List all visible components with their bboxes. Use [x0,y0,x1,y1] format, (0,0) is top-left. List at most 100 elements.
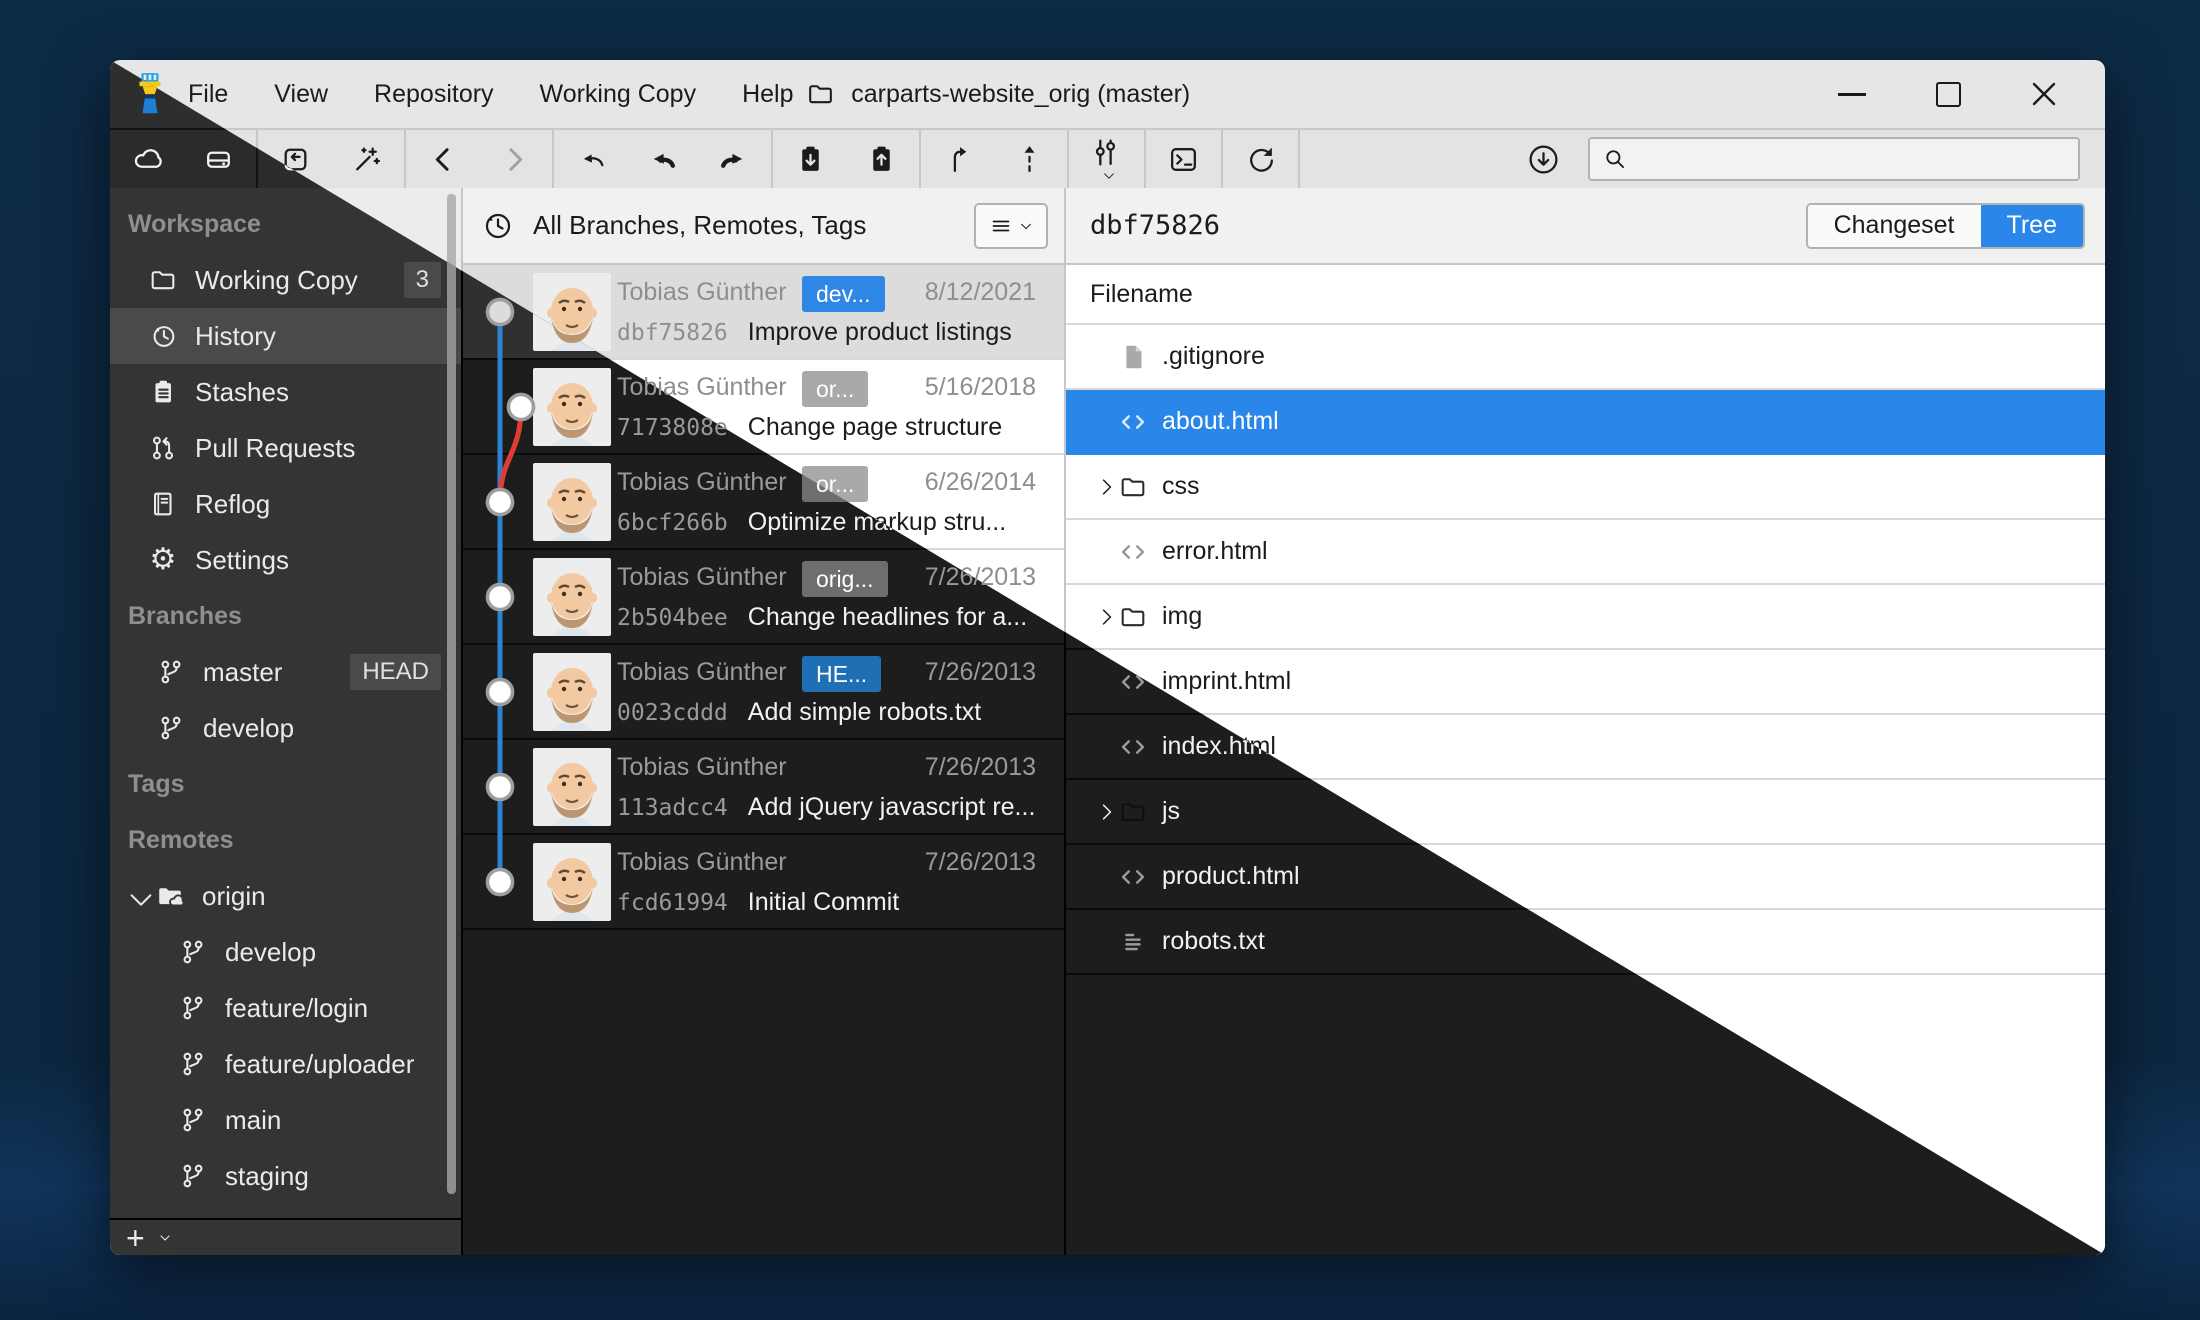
sidebar-item-feature-login[interactable]: feature/login [110,980,461,1036]
file-row-js[interactable]: js [1066,780,2105,845]
toolbar-button-pull[interactable] [942,143,975,176]
sidebar-scrollbar[interactable] [447,194,456,1194]
commit-date: 5/16/2018 [925,373,1036,402]
file-name: imprint.html [1162,667,1291,696]
sidebar-item-badge: 3 [404,262,441,298]
sidebar-item-develop[interactable]: develop [110,700,461,756]
folder-icon [1118,602,1148,632]
sidebar-item-working-copy[interactable]: Working Copy3 [110,252,461,308]
commit-row[interactable]: Tobias Güntherdev...8/12/2021dbf75826Imp… [463,265,1064,360]
sidebar-item-feature-uploader[interactable]: feature/uploader [110,1036,461,1092]
toolbar-button-undo[interactable] [575,143,608,176]
toolbar-group [1146,130,1223,188]
sidebar-item-master[interactable]: masterHEAD [110,644,461,700]
file-row-index-html[interactable]: index.html [1066,715,2105,780]
toolbar-button-push[interactable] [1013,143,1046,176]
sidebar-item-reflog[interactable]: Reflog [110,476,461,532]
sidebar-item-main[interactable]: main [110,1092,461,1148]
sidebar-item-pull-requests[interactable]: Pull Requests [110,420,461,476]
file-name: js [1162,797,1180,826]
tree-tab[interactable]: Tree [1981,205,2083,247]
commit-hash: 7173808e [617,415,728,441]
toolbar-button-magic-wand[interactable] [350,143,383,176]
toolbar-group [773,130,921,188]
history-panel: All Branches, Remotes, Tags Tobias Günth… [463,188,1066,1255]
menu-file[interactable]: File [188,80,228,109]
file-row-css[interactable]: css [1066,455,2105,520]
close-button[interactable] [2027,77,2061,111]
file-row--gitignore[interactable]: .gitignore [1066,325,2105,390]
search-input[interactable] [1638,145,2066,173]
sidebar-item-origin[interactable]: origin [110,868,461,924]
commit-date: 7/26/2013 [925,848,1036,877]
toolbar-button-redo-bold[interactable] [717,143,750,176]
chevron-right-icon[interactable] [1096,801,1118,823]
commit-row[interactable]: Tobias Günther7/26/2013fcd61994Initial C… [463,835,1064,930]
toolbar-button-terminal[interactable] [1167,143,1200,176]
commit-row[interactable]: Tobias Günther7/26/2013113adcc4Add jQuer… [463,740,1064,835]
text-file-icon [1118,927,1148,957]
maximize-button[interactable] [1931,77,1965,111]
commit-row[interactable]: Tobias Güntheror...5/16/20187173808eChan… [463,360,1064,455]
download-commits-button[interactable] [1527,143,1560,176]
file-row-error-html[interactable]: error.html [1066,520,2105,585]
menu-view[interactable]: View [274,80,328,109]
file-row-robots-txt[interactable]: robots.txt [1066,910,2105,975]
commit-branch-badge: orig... [802,561,888,597]
sidebar-item-label: feature/uploader [225,1049,414,1080]
toolbar-button-back[interactable] [427,143,460,176]
avatar [533,558,611,636]
avatar [533,368,611,446]
toolbar-button-refresh[interactable] [1244,143,1277,176]
toolbar-button-cloud[interactable] [131,143,164,176]
toolbar-button-stash-save[interactable] [794,143,827,176]
menu-help[interactable]: Help [742,80,793,109]
sidebar-item-badge: HEAD [350,654,441,690]
sidebar-list: WorkspaceWorking Copy3HistoryStashesPull… [110,188,461,1218]
sidebar-footer: + [110,1218,461,1255]
menu-repository[interactable]: Repository [374,80,494,109]
commit-row[interactable]: Tobias GüntherHE...7/26/20130023cdddAdd … [463,645,1064,740]
toolbar-button-hard-drive[interactable] [202,143,235,176]
commit-row[interactable]: Tobias Güntheror...6/26/20146bcf266bOpti… [463,455,1064,550]
commit-branch-badge: or... [802,371,868,407]
circle-down-icon [1527,143,1560,176]
commit-message: Initial Commit [748,888,899,917]
commit-hash: 0023cddd [617,700,728,726]
chevron-down-icon[interactable] [157,1230,173,1246]
sidebar-item-history[interactable]: History [110,308,461,364]
toolbar-button-git-flow[interactable] [1090,136,1123,183]
sidebar-item-develop[interactable]: develop [110,924,461,980]
reflog-icon [148,489,178,519]
file-row-img[interactable]: img [1066,585,2105,650]
history-header: All Branches, Remotes, Tags [463,188,1064,265]
chevron-right-icon[interactable] [1096,476,1118,498]
file-name: product.html [1162,862,1300,891]
add-repository-button[interactable]: + [126,1223,145,1253]
cloud-icon [131,143,164,176]
file-row-about-html[interactable]: about.html [1066,390,2105,455]
file-name: css [1162,472,1200,501]
folder-icon [1118,797,1148,827]
menu-working-copy[interactable]: Working Copy [540,80,697,109]
history-options-button[interactable] [974,203,1048,249]
changeset-tab[interactable]: Changeset [1808,205,1981,247]
toolbar-button-stash-pop[interactable] [865,143,898,176]
chevron-down-icon [1019,219,1033,233]
file-row-product-html[interactable]: product.html [1066,845,2105,910]
commit-row[interactable]: Tobias Güntherorig...7/26/20132b504beeCh… [463,550,1064,645]
commit-date: 8/12/2021 [925,278,1036,307]
title-bar: FileViewRepositoryWorking CopyHelp carpa… [110,60,2105,128]
toolbar-button-forward[interactable] [498,143,531,176]
chevron-down-icon[interactable] [126,885,148,907]
sidebar-item-stashes[interactable]: Stashes [110,364,461,420]
sidebar-item-staging[interactable]: staging [110,1148,461,1204]
file-row-imprint-html[interactable]: imprint.html [1066,650,2105,715]
sidebar-item-settings[interactable]: ⚙Settings [110,532,461,588]
toolbar-button-commit-folder[interactable] [279,143,312,176]
forward-icon [498,143,531,176]
branch-filter-label: All Branches, Remotes, Tags [533,210,866,241]
toolbar-button-undo-bold[interactable] [646,143,679,176]
chevron-right-icon[interactable] [1096,606,1118,628]
minimize-button[interactable] [1835,77,1869,111]
